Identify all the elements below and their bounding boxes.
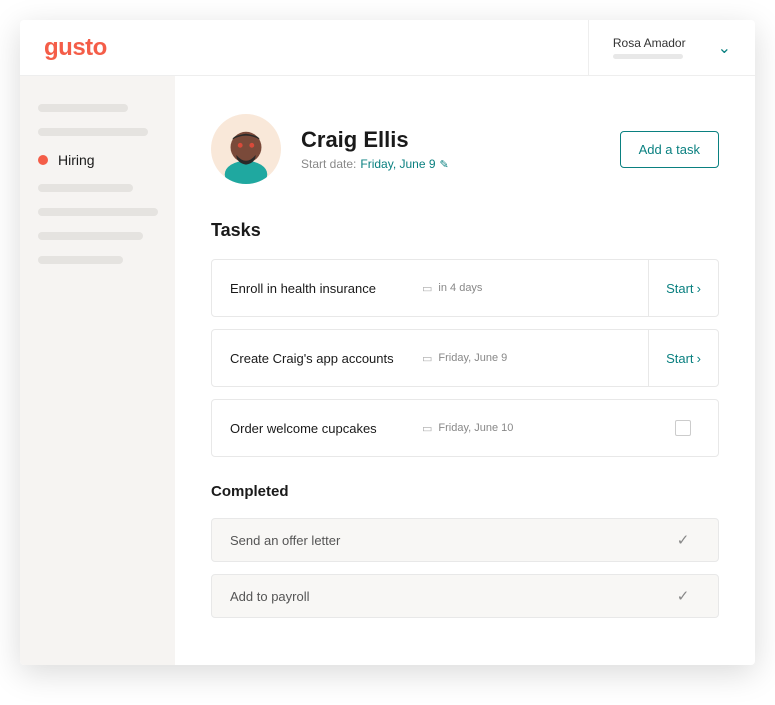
logo: gusto [44, 34, 107, 62]
main-content: Craig Ellis Start date: Friday, June 9 ✎… [175, 76, 755, 665]
body: Hiring Cra [20, 76, 755, 665]
nav-item-placeholder[interactable] [38, 184, 133, 192]
profile-header: Craig Ellis Start date: Friday, June 9 ✎… [211, 114, 719, 184]
sidebar: Hiring [20, 76, 175, 665]
profile-name: Craig Ellis [301, 127, 600, 153]
task-title: Order welcome cupcakes [212, 421, 422, 436]
check-icon: ✓ [677, 531, 690, 549]
tasks-heading: Tasks [211, 220, 719, 241]
action-label: Start [666, 351, 693, 366]
task-start-button[interactable]: Start › [648, 330, 718, 386]
task-checkbox-area[interactable] [648, 400, 718, 456]
action-label: Start [666, 281, 693, 296]
task-due-text: Friday, June 10 [438, 422, 513, 434]
task-due: ▭ Friday, June 10 [422, 422, 648, 435]
start-prefix: Start date: [301, 157, 356, 171]
task-title: Enroll in health insurance [212, 281, 422, 296]
chevron-down-icon[interactable]: ⌄ [718, 38, 731, 58]
task-card: Enroll in health insurance ▭ in 4 days S… [211, 259, 719, 317]
completed-task-card: Add to payroll ✓ [211, 574, 719, 618]
completed-check: ✓ [648, 575, 718, 617]
completed-section: Completed Send an offer letter ✓ Add to … [211, 483, 719, 618]
topbar: gusto Rosa Amador ⌄ [20, 20, 755, 76]
avatar [211, 114, 281, 184]
task-start-button[interactable]: Start › [648, 260, 718, 316]
nav-item-placeholder[interactable] [38, 256, 123, 264]
edit-icon[interactable]: ✎ [440, 158, 449, 171]
task-title: Add to payroll [212, 589, 422, 604]
task-due: ▭ in 4 days [422, 282, 648, 295]
user-sub-placeholder [613, 54, 683, 59]
task-due: ▭ Friday, June 9 [422, 352, 648, 365]
nav-item-hiring[interactable]: Hiring [38, 152, 157, 168]
profile-text: Craig Ellis Start date: Friday, June 9 ✎ [301, 127, 600, 171]
nav-item-placeholder[interactable] [38, 128, 148, 136]
user-name: Rosa Amador [613, 36, 686, 50]
completed-heading: Completed [211, 483, 719, 500]
user-info: Rosa Amador [613, 36, 686, 59]
nav-item-placeholder[interactable] [38, 208, 158, 216]
user-menu[interactable]: Rosa Amador ⌄ [588, 20, 731, 75]
task-card: Order welcome cupcakes ▭ Friday, June 10 [211, 399, 719, 457]
nav-item-placeholder[interactable] [38, 232, 143, 240]
completed-task-card: Send an offer letter ✓ [211, 518, 719, 562]
start-date: Friday, June 9 [360, 157, 435, 171]
completed-check: ✓ [648, 519, 718, 561]
add-task-button[interactable]: Add a task [620, 131, 719, 168]
calendar-icon: ▭ [422, 352, 432, 365]
calendar-icon: ▭ [422, 282, 432, 295]
nav-label: Hiring [58, 152, 95, 168]
checkbox[interactable] [675, 420, 691, 436]
app-window: gusto Rosa Amador ⌄ Hiring [20, 20, 755, 665]
chevron-right-icon: › [697, 281, 701, 296]
check-icon: ✓ [677, 587, 690, 605]
avatar-illustration [217, 126, 275, 184]
task-card: Create Craig's app accounts ▭ Friday, Ju… [211, 329, 719, 387]
active-dot-icon [38, 155, 48, 165]
task-due-text: in 4 days [438, 282, 482, 294]
chevron-right-icon: › [697, 351, 701, 366]
calendar-icon: ▭ [422, 422, 432, 435]
task-title: Send an offer letter [212, 533, 422, 548]
task-due-text: Friday, June 9 [438, 352, 507, 364]
nav-item-placeholder[interactable] [38, 104, 128, 112]
profile-meta: Start date: Friday, June 9 ✎ [301, 157, 600, 171]
task-title: Create Craig's app accounts [212, 351, 422, 366]
